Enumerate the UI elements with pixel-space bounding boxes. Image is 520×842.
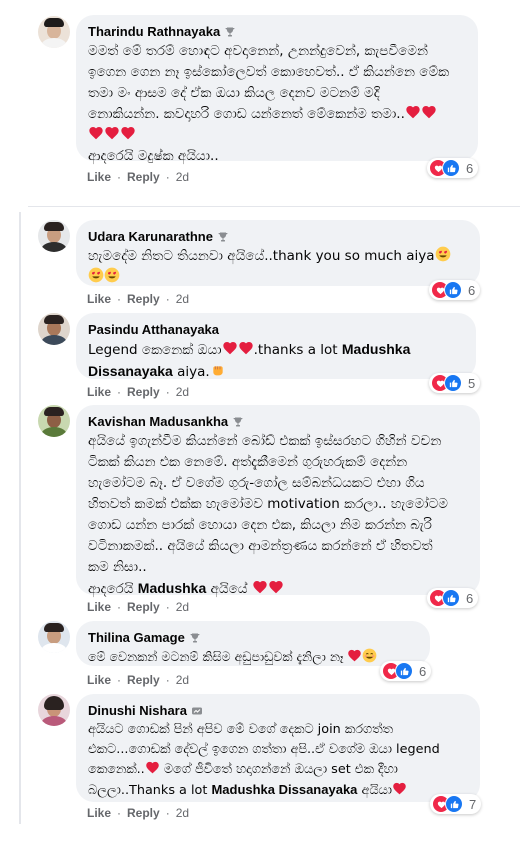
author-name[interactable]: Udara Karunarathne xyxy=(88,228,213,246)
heart-emoji-icon xyxy=(421,104,437,120)
timestamp[interactable]: 2d xyxy=(176,385,189,399)
mention-link[interactable]: Madushka xyxy=(138,580,206,596)
top-fan-icon xyxy=(232,416,244,428)
avatar[interactable] xyxy=(38,220,70,252)
heart-emoji-icon xyxy=(268,579,284,595)
avatar[interactable] xyxy=(38,313,70,345)
like-reaction-icon xyxy=(444,281,462,299)
heart-emoji-icon xyxy=(405,104,421,120)
top-fan-icon xyxy=(224,26,236,38)
reaction-summary[interactable]: 5 xyxy=(429,373,481,393)
avatar[interactable] xyxy=(38,621,70,653)
author-name[interactable]: Tharindu Rathnayaka xyxy=(88,23,220,41)
avatar[interactable] xyxy=(38,16,70,48)
reply-button[interactable]: Reply xyxy=(127,806,160,820)
reaction-count: 6 xyxy=(419,663,427,679)
author-name[interactable]: Pasindu Atthanayaka xyxy=(88,321,219,339)
like-button[interactable]: Like xyxy=(87,292,111,306)
comment-text: Legend කෙනෙක් ඔයා .thanks a lot Madushka … xyxy=(88,340,415,380)
mention-link[interactable]: Madushka Dissanayaka xyxy=(211,782,357,797)
thread-line xyxy=(19,212,21,824)
rising-fan-icon xyxy=(191,705,203,717)
like-button[interactable]: Like xyxy=(87,673,111,687)
reply-button[interactable]: Reply xyxy=(127,600,160,614)
reply-button[interactable]: Reply xyxy=(127,292,160,306)
like-reaction-icon xyxy=(442,159,460,177)
reaction-summary[interactable]: 6 xyxy=(429,280,481,300)
heart-emoji-icon xyxy=(88,125,104,141)
comment-bubble: Pasindu Atthanayaka Legend කෙනෙක් ඔයා .th… xyxy=(76,313,476,380)
comment-bubble: Kavishan Madusankha අයියේ ඉගැන්වීම කියන්… xyxy=(76,405,480,597)
timestamp[interactable]: 2d xyxy=(176,806,189,820)
comment-bubble: Thilina Gamage මේ වෙනකන් මටනම් කිසිම අඩු… xyxy=(76,621,430,666)
like-reaction-icon xyxy=(442,589,460,607)
comment-text: අයියට ගොඩක් පින් අපිව මේ වගේ දෙකට join ක… xyxy=(88,722,440,798)
comment-text: මේ වෙනකන් මටනම් කිසිම අඩුපාඩුවක් දැනිලා … xyxy=(88,647,418,666)
like-button[interactable]: Like xyxy=(87,806,111,820)
avatar[interactable] xyxy=(38,405,70,437)
heart-emoji-icon xyxy=(392,781,407,796)
comment-text: මමත් මේ තරම් හොඳට අවදානෙන්, උනන්දුවෙන්, … xyxy=(88,43,450,164)
reaction-summary[interactable]: 6 xyxy=(427,588,479,608)
reaction-count: 5 xyxy=(468,375,476,391)
heart-emoji-icon xyxy=(222,340,238,356)
heart-emoji-icon xyxy=(238,340,254,356)
comment-bubble: Udara Karunarathne හැමදේම නිතට තියනවා අය… xyxy=(76,220,480,286)
author-name[interactable]: Thilina Gamage xyxy=(88,629,185,647)
timestamp[interactable]: 2d xyxy=(176,292,189,306)
author-name[interactable]: Dinushi Nishara xyxy=(88,702,187,720)
like-button[interactable]: Like xyxy=(87,600,111,614)
top-fan-icon xyxy=(217,231,229,243)
reaction-count: 6 xyxy=(466,160,474,176)
comment-text: අයියේ ඉගැන්වීම කියන්නේ බෝඩ් එකක් ඉස්සරහට… xyxy=(88,433,449,597)
comment-bubble: Dinushi Nishara අයියට ගොඩක් පින් අපිව මේ… xyxy=(76,694,480,802)
reaction-summary[interactable]: 6 xyxy=(380,661,432,681)
avatar[interactable] xyxy=(38,694,70,726)
author-name[interactable]: Kavishan Madusankha xyxy=(88,413,228,431)
timestamp[interactable]: 2d xyxy=(176,673,189,687)
heart-eyes-emoji-icon xyxy=(435,246,451,262)
like-reaction-icon xyxy=(395,662,413,680)
heart-emoji-icon xyxy=(120,125,136,141)
heart-eyes-emoji-icon xyxy=(104,267,120,283)
top-fan-icon xyxy=(189,632,201,644)
reply-button[interactable]: Reply xyxy=(127,385,160,399)
comment-text: හැමදේම නිතට තියනවා අයියේ..thank you so m… xyxy=(88,246,468,288)
timestamp[interactable]: 2d xyxy=(176,600,189,614)
reaction-count: 6 xyxy=(466,590,474,606)
like-reaction-icon xyxy=(445,795,463,813)
heart-emoji-icon xyxy=(347,648,362,663)
timestamp[interactable]: 2d xyxy=(176,170,189,184)
reaction-summary[interactable]: 7 xyxy=(430,794,482,814)
like-reaction-icon xyxy=(444,374,462,392)
smile-emoji-icon xyxy=(362,648,377,663)
heart-emoji-icon xyxy=(145,760,160,775)
fist-emoji-icon xyxy=(210,362,226,378)
heart-emoji-icon xyxy=(104,125,120,141)
like-button[interactable]: Like xyxy=(87,170,111,184)
section-divider xyxy=(28,206,520,207)
reaction-count: 6 xyxy=(468,282,476,298)
heart-emoji-icon xyxy=(252,579,268,595)
reply-button[interactable]: Reply xyxy=(127,170,160,184)
reaction-count: 7 xyxy=(469,796,477,812)
comment-bubble: Tharindu Rathnayaka මමත් මේ තරම් හොඳට අව… xyxy=(76,15,478,164)
reaction-summary[interactable]: 6 xyxy=(427,158,479,178)
reply-button[interactable]: Reply xyxy=(127,673,160,687)
like-button[interactable]: Like xyxy=(87,385,111,399)
heart-eyes-emoji-icon xyxy=(88,267,104,283)
